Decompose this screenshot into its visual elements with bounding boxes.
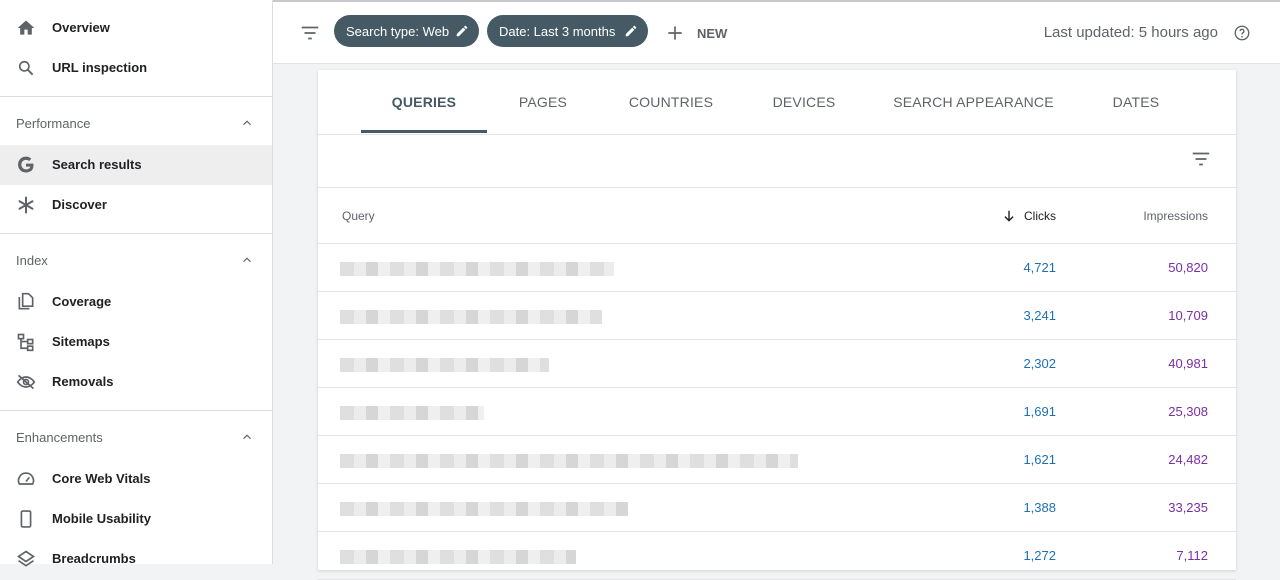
clicks-value: 1,388 xyxy=(1023,500,1056,515)
sitemap-icon xyxy=(16,332,36,352)
sidebar-item-label: Sitemaps xyxy=(52,334,110,349)
query-redacted xyxy=(340,502,628,516)
impressions-value: 33,235 xyxy=(1168,500,1208,515)
sidebar-item-core-web-vitals[interactable]: Core Web Vitals xyxy=(0,459,272,499)
table-header: Query Clicks Impressions xyxy=(318,187,1236,244)
plus-icon xyxy=(668,26,682,40)
tab-countries[interactable]: COUNTRIES xyxy=(616,70,726,134)
gauge-icon xyxy=(16,469,36,489)
divider xyxy=(0,96,272,97)
section-performance[interactable]: Performance xyxy=(0,104,272,144)
chip-label: Date: Last 3 months xyxy=(499,23,616,39)
filter-icon[interactable] xyxy=(299,22,321,44)
section-title: Index xyxy=(16,253,48,268)
query-redacted xyxy=(340,310,602,324)
table-row[interactable]: 1,388 33,235 xyxy=(318,484,1236,532)
table-row[interactable]: 1,272 7,112 xyxy=(318,532,1236,580)
copy-icon xyxy=(16,292,36,312)
active-tab-indicator xyxy=(361,130,487,133)
sidebar-item-discover[interactable]: Discover xyxy=(0,185,272,225)
tab-pages[interactable]: PAGES xyxy=(503,70,583,134)
section-enhancements[interactable]: Enhancements xyxy=(0,418,272,458)
home-icon xyxy=(16,18,36,38)
impressions-value: 7,112 xyxy=(1176,548,1208,563)
clicks-value: 1,272 xyxy=(1023,548,1056,563)
table-filter-icon[interactable] xyxy=(1190,148,1212,170)
impressions-value: 40,981 xyxy=(1168,356,1208,371)
query-redacted xyxy=(340,262,614,276)
divider xyxy=(0,233,272,234)
impressions-value: 50,820 xyxy=(1168,260,1208,275)
sidebar-item-removals[interactable]: Removals xyxy=(0,362,272,402)
sidebar-item-label: URL inspection xyxy=(52,60,148,75)
chevron-up-icon xyxy=(243,120,251,126)
impressions-value: 24,482 xyxy=(1168,452,1208,467)
sidebar: Overview URL inspection Performance Sear… xyxy=(0,0,273,567)
tab-devices[interactable]: DEVICES xyxy=(758,70,850,134)
pencil-icon xyxy=(625,25,637,37)
sidebar-item-label: Core Web Vitals xyxy=(52,471,151,486)
phone-icon xyxy=(16,509,36,529)
impressions-value: 10,709 xyxy=(1168,308,1208,323)
column-clicks-label: Clicks xyxy=(1024,209,1056,223)
sidebar-item-breadcrumbs[interactable]: Breadcrumbs xyxy=(0,539,272,579)
chevron-up-icon xyxy=(243,257,251,263)
chevron-up-icon xyxy=(243,434,251,440)
query-redacted xyxy=(340,550,576,564)
filter-bar: Search type: Web Date: Last 3 months NEW… xyxy=(273,0,1280,64)
eye-off-icon xyxy=(16,372,36,392)
section-title: Performance xyxy=(16,116,91,131)
divider xyxy=(0,410,272,411)
query-redacted xyxy=(340,358,549,372)
last-updated-text: Last updated: 5 hours ago xyxy=(1043,24,1218,41)
sidebar-item-label: Coverage xyxy=(52,294,112,309)
new-filter-label: NEW xyxy=(697,25,728,41)
impressions-value: 25,308 xyxy=(1168,404,1208,419)
section-title: Enhancements xyxy=(16,430,103,445)
layers-icon xyxy=(16,549,36,569)
date-range-chip[interactable]: Date: Last 3 months xyxy=(487,15,648,47)
table-row[interactable]: 2,302 40,981 xyxy=(318,340,1236,388)
clicks-value: 3,241 xyxy=(1023,308,1056,323)
sidebar-item-coverage[interactable]: Coverage xyxy=(0,282,272,322)
results-card: QUERIES PAGES COUNTRIES DEVICES SEARCH A… xyxy=(318,70,1236,580)
google-g-icon xyxy=(16,155,36,175)
column-clicks[interactable]: Clicks xyxy=(1002,209,1056,223)
table-row[interactable]: 4,721 50,820 xyxy=(318,244,1236,292)
help-icon[interactable] xyxy=(1233,24,1251,42)
dimension-tabs: QUERIES PAGES COUNTRIES DEVICES SEARCH A… xyxy=(318,70,1236,135)
table-row[interactable]: 1,691 25,308 xyxy=(318,388,1236,436)
table-row[interactable]: 1,621 24,482 xyxy=(318,436,1236,484)
tab-queries[interactable]: QUERIES xyxy=(361,70,487,134)
sidebar-item-sitemaps[interactable]: Sitemaps xyxy=(0,322,272,362)
sidebar-item-label: Discover xyxy=(52,197,107,212)
sidebar-item-label: Overview xyxy=(52,20,110,35)
sidebar-item-search-results[interactable]: Search results xyxy=(0,145,272,185)
sidebar-item-url-inspection[interactable]: URL inspection xyxy=(0,48,272,88)
clicks-value: 4,721 xyxy=(1023,260,1056,275)
sidebar-item-overview[interactable]: Overview xyxy=(0,8,272,48)
sidebar-item-label: Removals xyxy=(52,374,114,389)
tab-dates[interactable]: DATES xyxy=(1101,70,1171,134)
clicks-value: 1,621 xyxy=(1023,452,1056,467)
column-impressions[interactable]: Impressions xyxy=(1143,209,1208,223)
query-redacted xyxy=(340,454,798,468)
tab-search-appearance[interactable]: SEARCH APPEARANCE xyxy=(886,70,1061,134)
search-icon xyxy=(16,58,36,78)
chip-label: Search type: Web xyxy=(346,23,450,39)
pencil-icon xyxy=(456,25,468,37)
query-redacted xyxy=(340,406,484,420)
search-type-chip[interactable]: Search type: Web xyxy=(334,15,479,47)
column-query[interactable]: Query xyxy=(342,209,375,223)
clicks-value: 1,691 xyxy=(1023,404,1056,419)
asterisk-icon xyxy=(16,195,36,215)
sidebar-item-label: Search results xyxy=(52,157,142,172)
sidebar-item-mobile-usability[interactable]: Mobile Usability xyxy=(0,499,272,539)
clicks-value: 2,302 xyxy=(1023,356,1056,371)
new-filter-button[interactable]: NEW xyxy=(665,18,727,48)
section-index[interactable]: Index xyxy=(0,241,272,281)
table-row[interactable]: 3,241 10,709 xyxy=(318,292,1236,340)
arrow-down-icon xyxy=(1004,210,1014,222)
sidebar-item-label: Mobile Usability xyxy=(52,511,151,526)
